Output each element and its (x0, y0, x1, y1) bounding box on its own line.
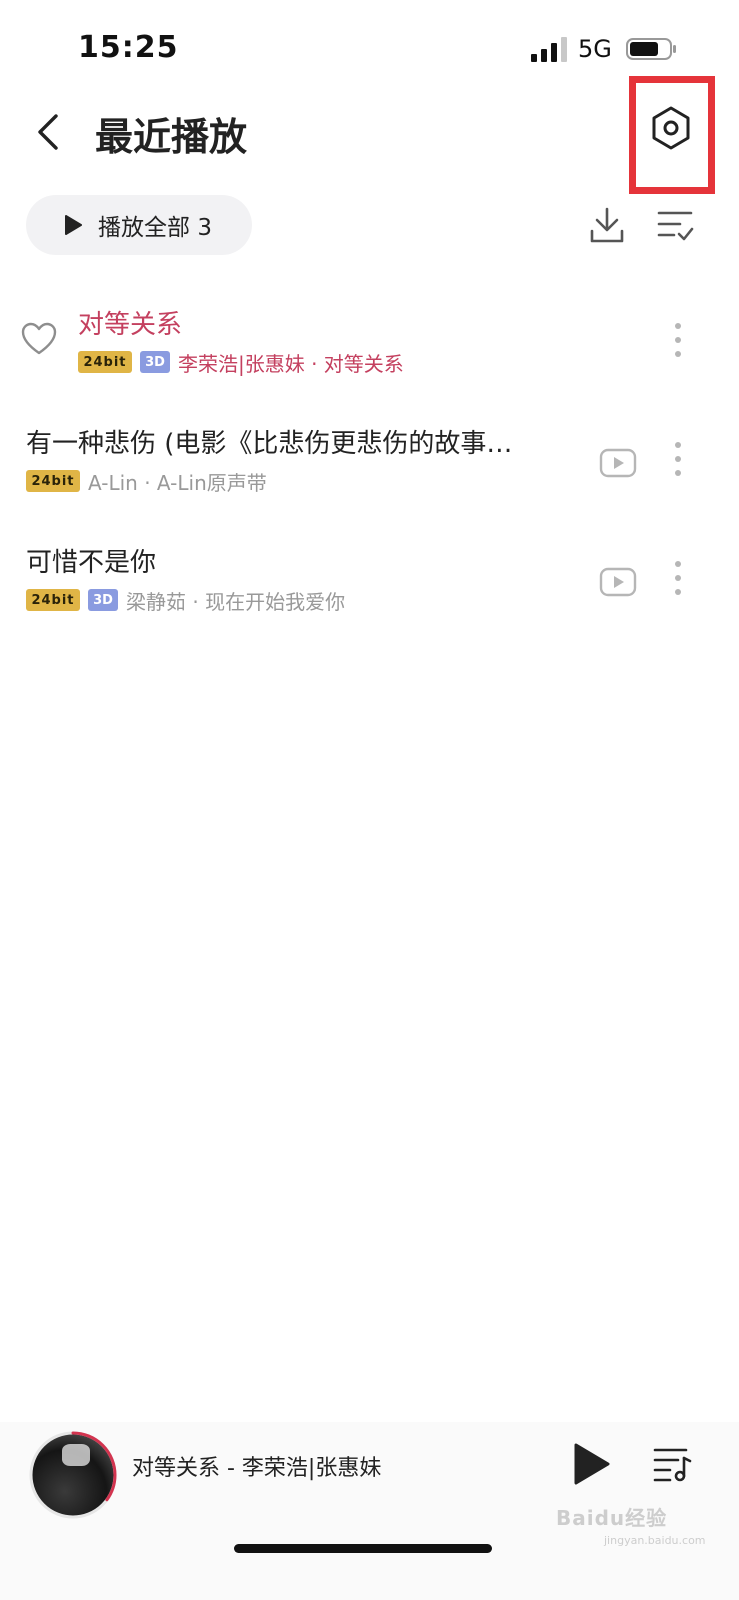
playback-progress-ring (29, 1431, 117, 1519)
song-list: 对等关系 24bit 3D 李荣浩|张惠妹 · 对等关系 有一种悲伤 (电影《比… (0, 290, 739, 647)
battery-icon (626, 38, 676, 60)
song-row[interactable]: 对等关系 24bit 3D 李荣浩|张惠妹 · 对等关系 (0, 290, 739, 409)
settings-button[interactable] (645, 100, 697, 156)
badge-3d: 3D (88, 589, 118, 611)
network-type: 5G (578, 35, 612, 63)
dot (675, 337, 681, 343)
more-button[interactable] (666, 320, 690, 360)
play-icon (65, 215, 82, 235)
song-artist-album: A-Lin · A-Lin原声带 (88, 470, 267, 495)
page-title: 最近播放 (95, 115, 248, 159)
play-all-text: 播放全部 (98, 215, 190, 241)
play-all-label: 播放全部 3 (98, 208, 212, 242)
dot (675, 442, 681, 448)
play-icon[interactable] (570, 1442, 612, 1486)
status-time: 15:25 (78, 30, 179, 65)
watermark: Baidu经验 (556, 1506, 668, 1530)
back-button[interactable] (30, 108, 66, 156)
signal-icon (531, 37, 567, 62)
more-button[interactable] (666, 558, 690, 598)
song-meta: 24bit 3D 梁静茹 · 现在开始我爱你 (26, 586, 345, 614)
song-row[interactable]: 有一种悲伤 (电影《比悲伤更悲伤的故事… 24bit A-Lin · A-Lin… (0, 409, 739, 528)
chevron-left-icon (38, 114, 58, 150)
play-all-button[interactable]: 播放全部 3 (26, 195, 252, 255)
badge-24bit: 24bit (78, 351, 132, 373)
watermark-url: jingyan.baidu.com (604, 1534, 706, 1547)
video-play-icon[interactable] (598, 562, 638, 602)
home-indicator (234, 1544, 492, 1553)
playlist-music-icon[interactable] (652, 1444, 694, 1484)
dot (675, 561, 681, 567)
song-title: 对等关系 (78, 310, 183, 340)
badge-24bit: 24bit (26, 589, 80, 611)
dot (675, 575, 681, 581)
dot (675, 589, 681, 595)
song-meta: 24bit 3D 李荣浩|张惠妹 · 对等关系 (78, 348, 404, 376)
more-button[interactable] (666, 439, 690, 479)
album-cover[interactable] (28, 1430, 118, 1520)
now-playing-title: 对等关系 - 李荣浩|张惠妹 (132, 1456, 382, 1481)
heart-outline-icon[interactable] (20, 320, 58, 358)
badge-24bit: 24bit (26, 470, 80, 492)
song-title: 有一种悲伤 (电影《比悲伤更悲伤的故事… (26, 429, 513, 459)
song-artist-album: 梁静茹 · 现在开始我爱你 (126, 589, 346, 614)
dot (675, 351, 681, 357)
play-all-count: 3 (197, 215, 212, 241)
song-row[interactable]: 可惜不是你 24bit 3D 梁静茹 · 现在开始我爱你 (0, 528, 739, 647)
list-check-icon[interactable] (654, 205, 696, 247)
video-play-icon[interactable] (598, 443, 638, 483)
song-meta: 24bit A-Lin · A-Lin原声带 (26, 467, 267, 495)
nav-header: 最近播放 (0, 76, 739, 194)
hexagon-gear-icon (652, 106, 690, 150)
song-title: 可惜不是你 (26, 548, 157, 578)
toolbar: 播放全部 3 (0, 195, 739, 255)
song-artist-album: 李荣浩|张惠妹 · 对等关系 (178, 351, 404, 376)
dot (675, 323, 681, 329)
badge-3d: 3D (140, 351, 170, 373)
dot (675, 470, 681, 476)
download-icon[interactable] (586, 205, 628, 247)
dot (675, 456, 681, 462)
